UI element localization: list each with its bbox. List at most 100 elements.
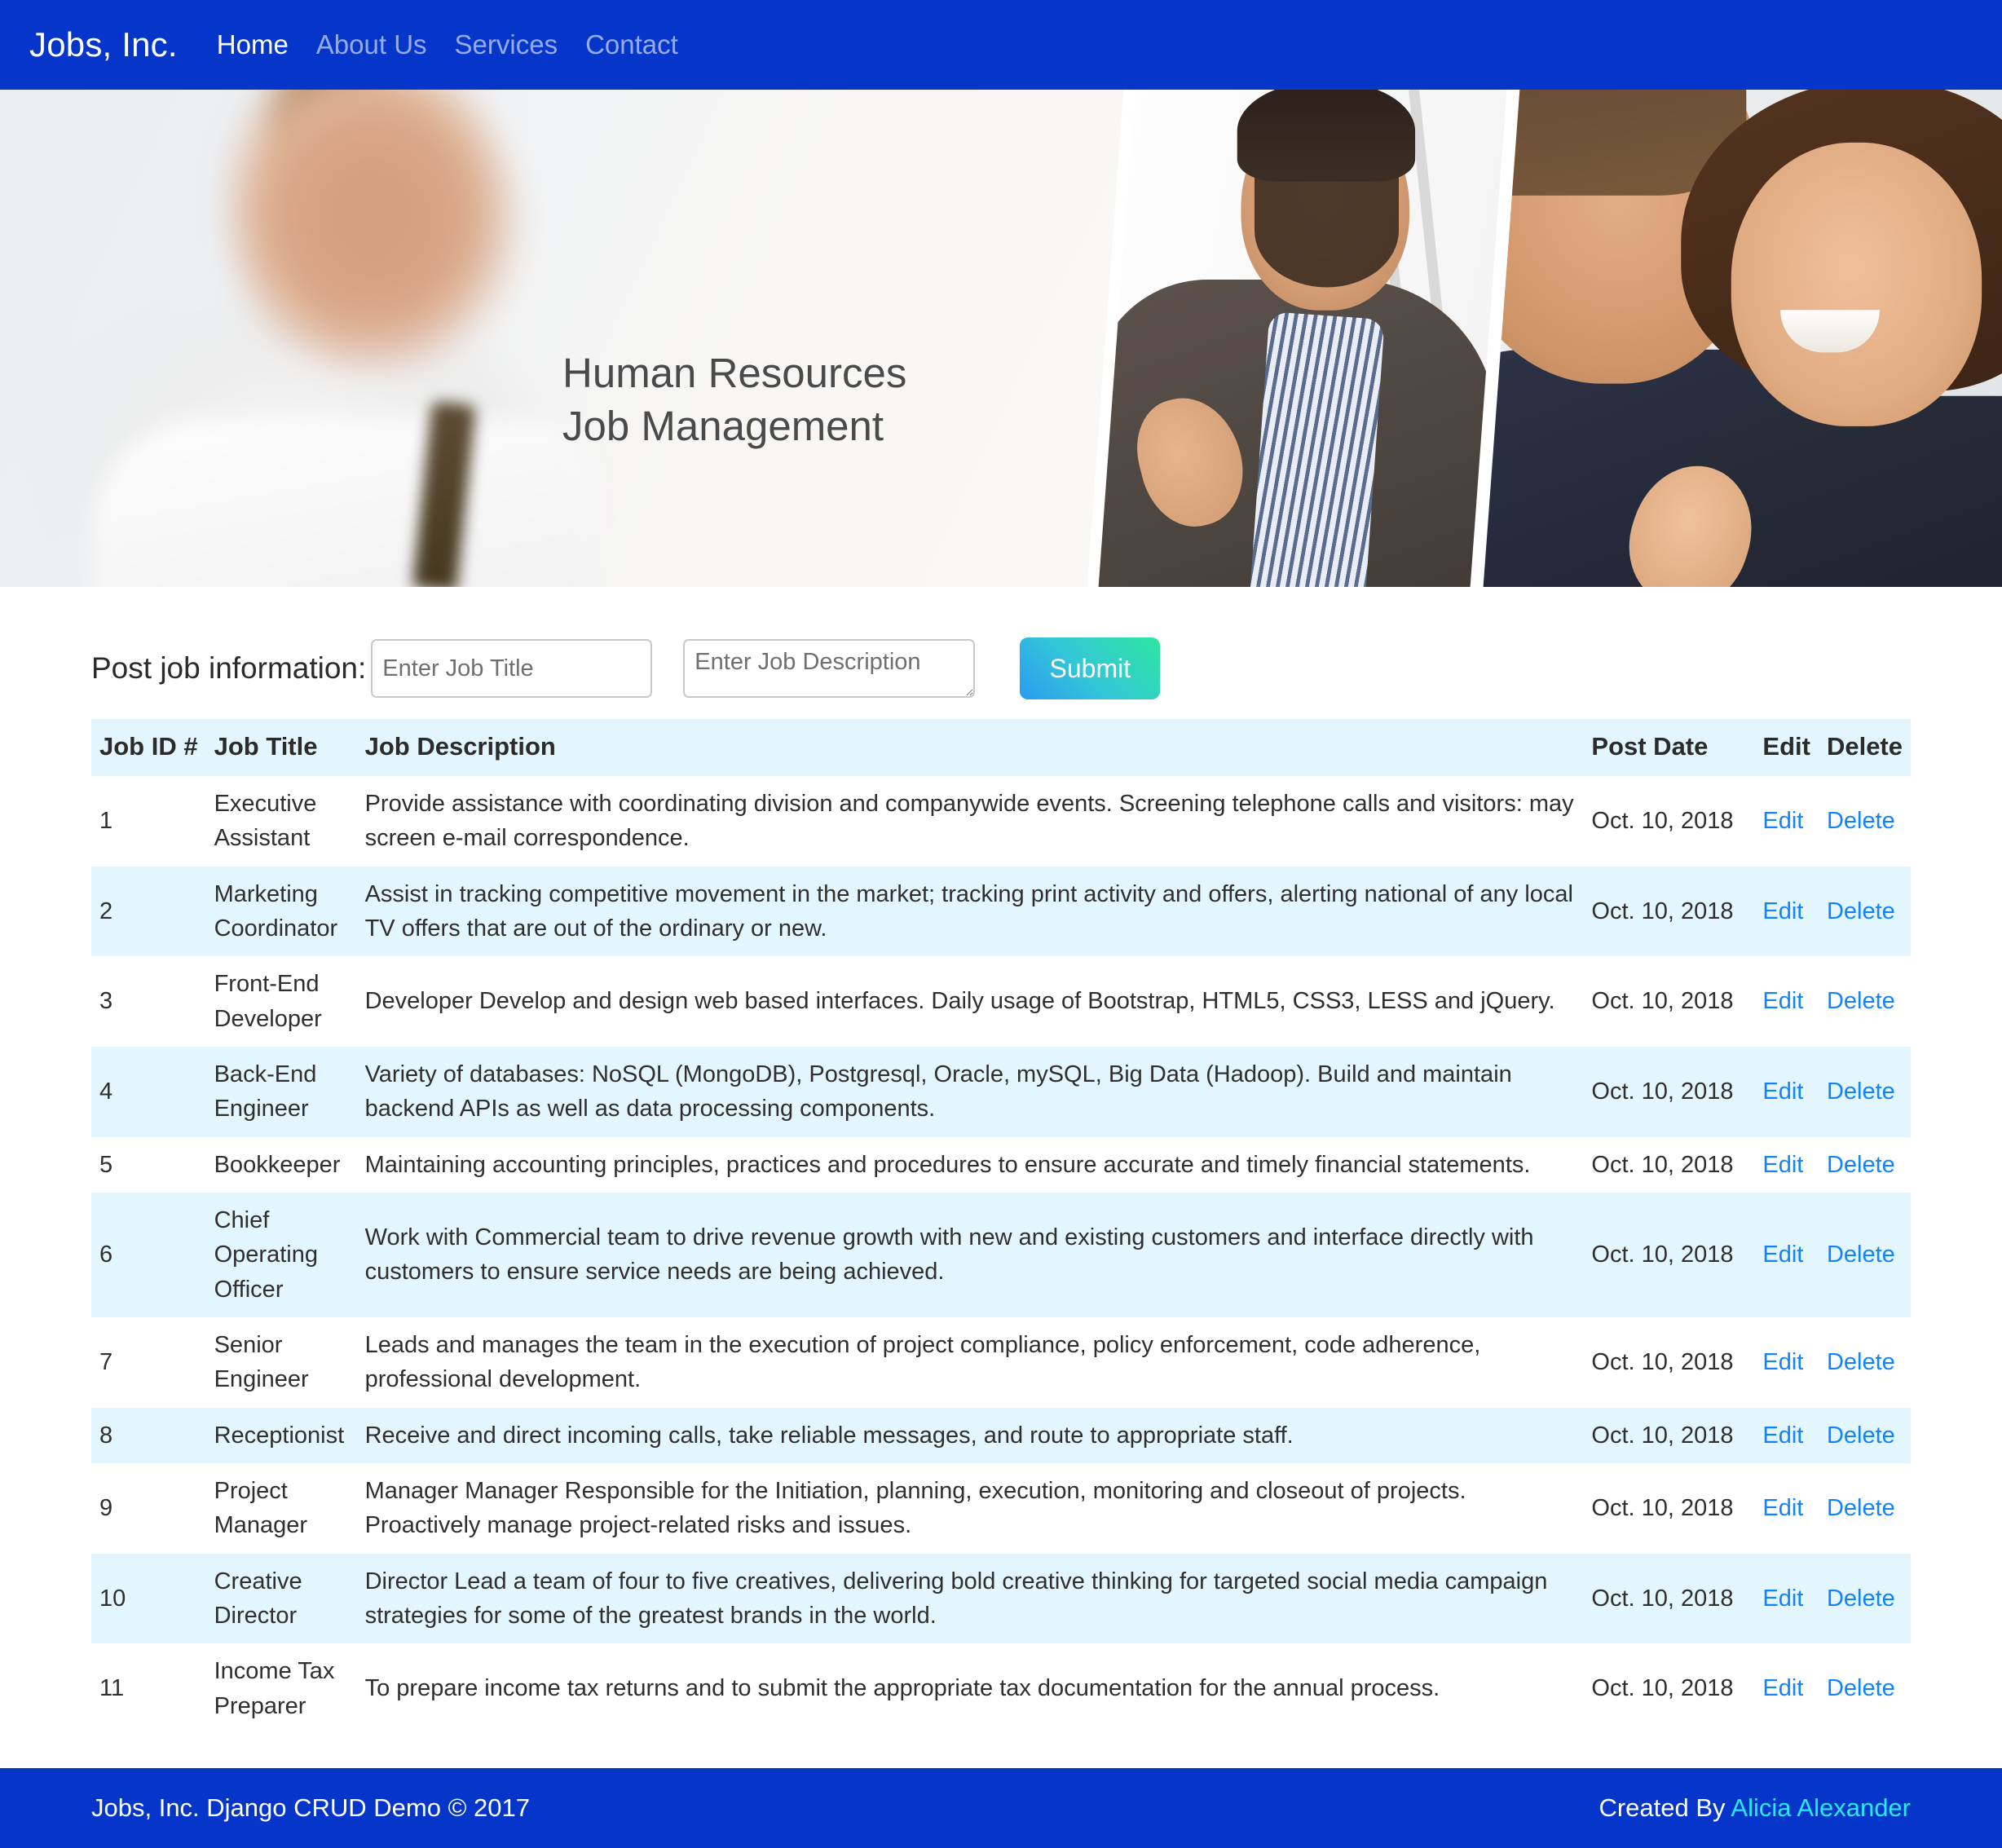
cell-post-date: Oct. 10, 2018 [1591,1495,1734,1522]
cell-job-description: Maintaining accounting principles, pract… [364,1151,1531,1178]
cell-job-id: 4 [99,1078,113,1105]
header-job-title: Job Title [205,719,357,776]
cell-job-title: Senior Engineer [214,1331,309,1393]
cell-post-date: Oct. 10, 2018 [1591,898,1734,924]
submit-button[interactable]: Submit [1020,637,1161,699]
edit-link[interactable]: Edit [1762,1675,1803,1701]
delete-link[interactable]: Delete [1827,1586,1895,1612]
cell-job-title: Income Tax Preparer [214,1658,335,1719]
edit-link[interactable]: Edit [1762,1586,1803,1612]
table-row: 3 Front-End Developer Developer Develop an… [91,956,1911,1047]
top-navbar: Jobs, Inc. Home About Us Services Contac… [0,0,2002,90]
edit-link[interactable]: Edit [1762,1495,1803,1521]
table-row: 2 Marketing Coordinator Assist in tracking… [91,866,1911,957]
cell-job-id: 11 [99,1675,125,1702]
header-delete: Delete [1818,719,1911,776]
nav-link-services[interactable]: Services [455,29,558,60]
table-row: 8 Receptionist Receive and direct incoming… [91,1407,1911,1463]
cell-job-description: Work with Commercial team to drive reven… [364,1224,1534,1286]
table-row: 4 Back-End Engineer Variety of databases: … [91,1046,1911,1137]
cell-post-date: Oct. 10, 2018 [1591,808,1734,835]
job-title-input[interactable] [371,639,653,698]
jobs-table-body: 1 Executive Assistant Provide assistance w… [91,776,1911,1734]
footer-copyright: Jobs, Inc. Django CRUD Demo © 2017 [91,1793,531,1822]
cell-post-date: Oct. 10, 2018 [1591,1675,1734,1702]
table-header-row: Job ID # Job Title Job Description Post … [91,719,1911,776]
hero-photo-middle [1088,90,1517,587]
cell-job-description: Developer Develop and design web based i… [364,988,1555,1015]
cell-post-date: Oct. 10, 2018 [1591,1422,1734,1449]
post-job-form: Post job information: Submit [91,587,1911,719]
delete-link[interactable]: Delete [1827,1495,1895,1521]
table-row: 6 Chief Operating Officer Work with Commer… [91,1192,1911,1317]
delete-link[interactable]: Delete [1827,988,1895,1014]
cell-job-description: To prepare income tax returns and to sub… [364,1675,1440,1702]
delete-link[interactable]: Delete [1827,1152,1895,1178]
cell-post-date: Oct. 10, 2018 [1591,1242,1734,1268]
cell-job-id: 1 [99,808,113,835]
delete-link[interactable]: Delete [1827,898,1895,924]
cell-job-id: 8 [99,1422,113,1449]
cell-post-date: Oct. 10, 2018 [1591,988,1734,1015]
delete-link[interactable]: Delete [1827,1422,1895,1449]
edit-link[interactable]: Edit [1762,898,1803,924]
delete-link[interactable]: Delete [1827,1349,1895,1375]
cell-post-date: Oct. 10, 2018 [1591,1151,1734,1178]
table-row: 7 Senior Engineer Leads and manages the te… [91,1317,1911,1408]
brand-logo[interactable]: Jobs, Inc. [29,25,178,64]
hero-title-line-1: Human Resources [562,350,907,396]
cell-post-date: Oct. 10, 2018 [1591,1349,1734,1376]
cell-job-description: Director Lead a team of four to five cre… [364,1568,1548,1629]
hero-banner: Human Resources Job Management [0,90,2002,587]
edit-link[interactable]: Edit [1762,1152,1803,1178]
cell-post-date: Oct. 10, 2018 [1591,1078,1734,1105]
edit-link[interactable]: Edit [1762,1349,1803,1375]
author-link[interactable]: Alicia Alexander [1731,1793,1911,1822]
hero-photo-right [1473,90,2002,587]
table-row: 11 Income Tax Preparer To prepare income t… [91,1643,1911,1734]
header-edit: Edit [1754,719,1819,776]
cell-job-id: 3 [99,988,113,1015]
job-description-input[interactable] [683,639,976,698]
post-job-label: Post job information: [91,651,367,685]
edit-link[interactable]: Edit [1762,1422,1803,1449]
cell-job-description: Leads and manages the team in the execut… [364,1331,1481,1393]
main-content: Post job information: Submit Job ID # Jo… [0,587,2002,1734]
delete-link[interactable]: Delete [1827,1675,1895,1701]
hero-title: Human Resources Job Management [562,346,906,453]
table-row: 9 Project Manager Manager Manager Responsi… [91,1462,1911,1554]
delete-link[interactable]: Delete [1827,808,1895,834]
cell-job-id: 10 [99,1585,126,1612]
jobs-table-header: Job ID # Job Title Job Description Post … [91,719,1911,776]
nav-link-about-us[interactable]: About Us [316,29,427,60]
edit-link[interactable]: Edit [1762,808,1803,834]
edit-link[interactable]: Edit [1762,1078,1803,1105]
delete-link[interactable]: Delete [1827,1078,1895,1105]
cell-job-description: Receive and direct incoming calls, take … [364,1422,1294,1449]
nav-link-contact[interactable]: Contact [585,29,678,60]
cell-job-description: Provide assistance with coordinating div… [364,791,1574,852]
cell-job-title: Project Manager [214,1477,308,1539]
cell-job-title: Chief Operating Officer [214,1206,318,1303]
cell-job-title: Front-End Developer [214,971,322,1032]
cell-job-description: Assist in tracking competitive movement … [364,880,1573,942]
hero-title-line-2: Job Management [562,403,884,450]
cell-job-title: Back-End Engineer [214,1061,317,1122]
page-footer: Jobs, Inc. Django CRUD Demo © 2017 Creat… [0,1767,2002,1848]
header-job-description: Job Description [356,719,1584,776]
nav-link-home[interactable]: Home [217,29,289,60]
hero-photo-left [0,90,1141,587]
header-job-id: Job ID # [91,719,206,776]
cell-job-title: Marketing Coordinator [214,880,338,942]
header-post-date: Post Date [1583,719,1755,776]
cell-job-description: Manager Manager Responsible for the Init… [364,1477,1466,1539]
cell-post-date: Oct. 10, 2018 [1591,1585,1734,1612]
jobs-table: Job ID # Job Title Job Description Post … [91,719,1911,1734]
cell-job-id: 6 [99,1242,113,1268]
edit-link[interactable]: Edit [1762,988,1803,1014]
table-row: 10 Creative Director Director Lead a team … [91,1553,1911,1644]
edit-link[interactable]: Edit [1762,1242,1803,1268]
cell-job-title: Bookkeeper [214,1151,341,1178]
cell-job-title: Receptionist [214,1422,345,1449]
delete-link[interactable]: Delete [1827,1242,1895,1268]
